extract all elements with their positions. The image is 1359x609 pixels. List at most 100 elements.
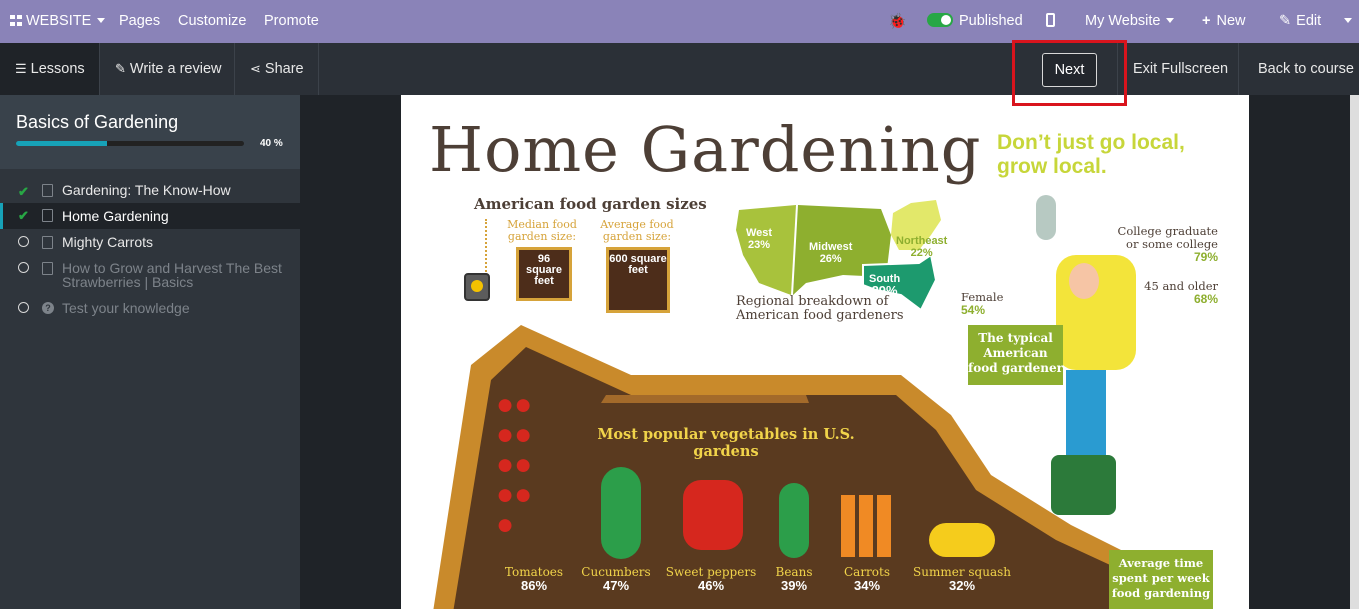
- course-progress-bar: [16, 141, 244, 146]
- website-app-menu[interactable]: WEBSITE: [10, 0, 106, 43]
- trowel-icon: [601, 395, 809, 403]
- check-icon: ✔: [18, 208, 29, 223]
- infographic-tagline: Don’t just go local, grow local.: [997, 131, 1185, 178]
- carrot-icon: [841, 495, 891, 557]
- image-icon: [42, 209, 53, 222]
- regional-caption: Regional breakdown of American food gard…: [736, 294, 904, 323]
- share-icon: ⋖: [250, 61, 261, 76]
- region-pct: 23%: [748, 239, 771, 251]
- caret-down-icon: [1166, 18, 1175, 23]
- veg-pct: 47%: [602, 578, 630, 593]
- published-toggle[interactable]: Published: [927, 0, 1023, 43]
- lesson-title: How to Grow and Harvest The Best Strawbe…: [62, 260, 282, 290]
- infographic-slide: Home Gardening Don’t just go local, grow…: [401, 95, 1249, 609]
- write-review-button[interactable]: ✎ Write a review: [100, 43, 235, 95]
- edit-button[interactable]: ✎ Edit: [1279, 0, 1321, 43]
- caret-down-icon: [1344, 18, 1352, 23]
- typical-gardener-label: The typical American food gardener: [968, 325, 1063, 385]
- course-header: Basics of Gardening 40 %: [0, 95, 300, 169]
- beans-icon: [779, 483, 809, 558]
- lesson-item[interactable]: ? Test your knowledge: [0, 299, 300, 321]
- my-website-menu[interactable]: My Website: [1085, 0, 1175, 43]
- course-title: Basics of Gardening: [16, 112, 179, 132]
- pepper-icon: [683, 480, 743, 550]
- lesson-title: Test your knowledge: [62, 300, 190, 316]
- plus-icon: +: [1202, 13, 1211, 29]
- viewer-scrollbar[interactable]: [1350, 95, 1359, 609]
- published-label: Published: [959, 13, 1023, 29]
- cucumber-icon: [601, 467, 641, 559]
- stat-college: College graduate or some college 79%: [1106, 225, 1218, 264]
- fullscreen-toolbar: ☰ Lessons ✎ Write a review ⋖ Share Exit Ful…: [0, 43, 1359, 95]
- incomplete-circle-icon: [18, 301, 29, 316]
- pages-menu[interactable]: Pages: [119, 0, 160, 43]
- question-icon: ?: [42, 302, 54, 314]
- region-west: West 23%: [746, 227, 772, 251]
- incomplete-circle-icon: [18, 235, 29, 250]
- toggle-switch-icon: [927, 13, 953, 27]
- incomplete-circle-icon: [18, 261, 29, 276]
- veg-carrots: Carrots 34%: [817, 565, 917, 593]
- region-name: West: [746, 227, 773, 239]
- average-label: Average food garden size:: [600, 218, 674, 243]
- exit-fullscreen-button[interactable]: Exit Fullscreen: [1117, 43, 1239, 95]
- lesson-title: Home Gardening: [62, 208, 169, 224]
- lesson-title: Gardening: The Know-How: [62, 182, 231, 198]
- progress-percent: 40 %: [260, 138, 283, 149]
- garden-sizes-title: American food garden sizes: [474, 195, 707, 213]
- infographic-title: Home Gardening: [429, 113, 982, 186]
- lessons-label: Lessons: [30, 61, 85, 77]
- list-icon: ☰: [15, 61, 27, 76]
- region-name: Northeast: [896, 235, 948, 247]
- lesson-item[interactable]: How to Grow and Harvest The Best Strawbe…: [0, 259, 300, 293]
- apps-grid-icon: [10, 15, 22, 26]
- new-button[interactable]: + New: [1202, 0, 1245, 43]
- app-menu-label: WEBSITE: [26, 13, 92, 29]
- lesson-item-current[interactable]: ✔ Home Gardening: [0, 203, 300, 229]
- edit-label: Edit: [1296, 13, 1322, 29]
- more-dropdown[interactable]: [1344, 0, 1352, 43]
- trowel-tool-icon: [1036, 195, 1056, 240]
- customize-menu[interactable]: Customize: [178, 0, 247, 43]
- document-icon: [42, 184, 53, 197]
- lesson-item[interactable]: ✔ Gardening: The Know-How: [0, 181, 300, 203]
- progress-fill: [16, 141, 108, 146]
- mobile-preview-button[interactable]: [1046, 0, 1055, 43]
- promote-menu[interactable]: Promote: [264, 0, 319, 43]
- veg-name: Beans: [775, 565, 813, 579]
- image-icon: [42, 236, 53, 249]
- stat-female: Female 54%: [961, 291, 1011, 317]
- stat-age: 45 and older 68%: [1116, 280, 1218, 306]
- lessons-button[interactable]: ☰ Lessons: [0, 43, 100, 95]
- my-website-label: My Website: [1085, 13, 1161, 29]
- vegetables-title: Most popular vegetables in U.S. gardens: [597, 426, 855, 460]
- mobile-phone-icon: [1046, 13, 1055, 27]
- stat-pct: 79%: [1193, 250, 1218, 264]
- veg-name: Sweet peppers: [665, 565, 757, 579]
- caret-down-icon: [97, 18, 106, 23]
- highlight-annotation-box: [1012, 40, 1127, 106]
- new-label: New: [1216, 13, 1246, 29]
- share-button[interactable]: ⋖ Share: [235, 43, 319, 95]
- stat-label: 45 and older: [1144, 279, 1218, 293]
- region-northeast: Northeast 22%: [896, 235, 947, 259]
- stat-pct: 68%: [1193, 292, 1218, 306]
- document-icon: [42, 262, 53, 275]
- gardener-head: [1069, 263, 1099, 299]
- region-pct: 22%: [910, 247, 933, 259]
- veg-pct: 34%: [853, 578, 881, 593]
- median-size-box: 96 square feet: [516, 247, 572, 301]
- squash-icon: [929, 523, 995, 557]
- veg-name: Tomatoes: [504, 565, 564, 579]
- region-pct: 26%: [819, 253, 842, 265]
- stat-label: Female: [961, 290, 1004, 304]
- lessons-sidebar: Basics of Gardening 40 % ✔ Gardening: Th…: [0, 95, 300, 609]
- veg-pct: 32%: [948, 578, 976, 593]
- lesson-item[interactable]: Mighty Carrots: [0, 233, 300, 255]
- bug-icon[interactable]: 🐞: [888, 0, 907, 43]
- back-to-course-button[interactable]: Back to course: [1243, 43, 1359, 95]
- median-label: Median food garden size:: [507, 218, 577, 243]
- gardener-boots: [1051, 455, 1116, 515]
- veg-name: Summer squash: [913, 565, 1011, 579]
- tape-measure-icon: [464, 273, 490, 301]
